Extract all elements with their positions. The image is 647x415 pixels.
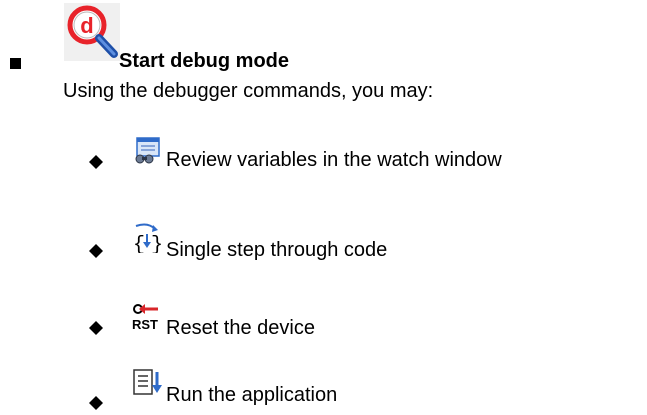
svg-text:}: } xyxy=(151,234,163,253)
watch-window-icon xyxy=(132,136,162,166)
item-label-single-step: Single step through code xyxy=(166,239,388,261)
square-bullet xyxy=(10,58,21,69)
debug-mode-icon: d xyxy=(63,2,121,62)
heading-start-debug-mode: Start debug mode xyxy=(119,50,290,72)
item-label-run-application: Run the application xyxy=(166,384,338,406)
item-label-reset-device: Reset the device xyxy=(166,317,315,339)
debug-icon-letter: d xyxy=(80,13,93,38)
diamond-bullet xyxy=(89,321,103,335)
reset-icon: RST xyxy=(132,303,162,333)
diamond-bullet xyxy=(89,396,103,410)
step-into-icon: { } xyxy=(131,223,163,257)
run-icon xyxy=(132,368,162,398)
reset-icon-text: RST xyxy=(132,317,158,332)
item-label-review-variables: Review variables in the watch window xyxy=(166,149,502,171)
intro-text: Using the debugger commands, you may: xyxy=(63,80,434,102)
diamond-bullet xyxy=(89,244,103,258)
svg-text:{: { xyxy=(133,234,145,253)
diamond-bullet xyxy=(89,155,103,169)
